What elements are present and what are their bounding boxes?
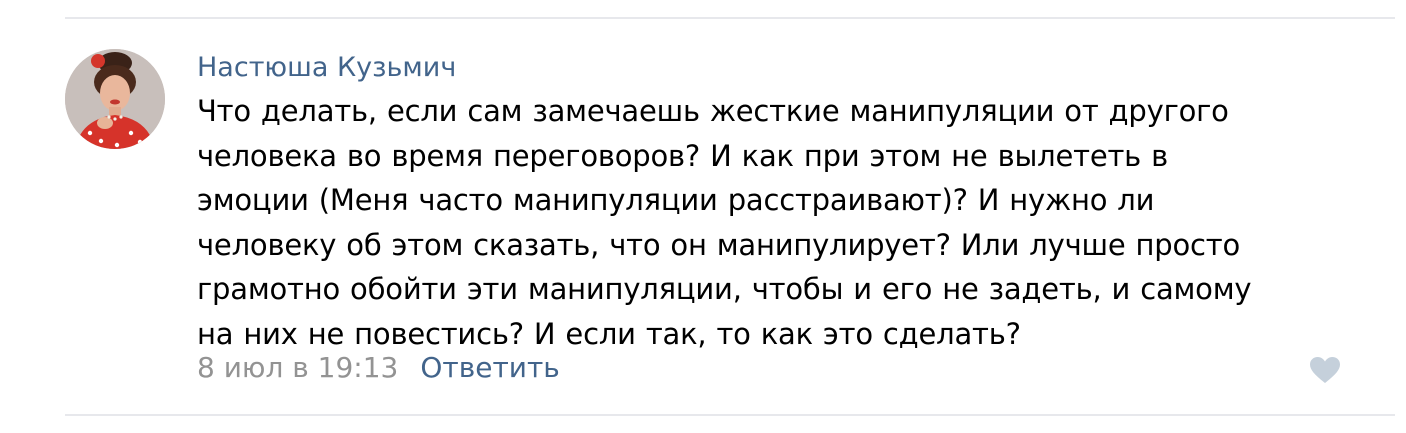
comment-meta: 8 июл в 19:13 Ответить (197, 345, 560, 389)
avatar[interactable] (65, 49, 165, 149)
top-divider (65, 17, 1395, 19)
comment-text-line: Что делать, если сам замечаешь жесткие м… (197, 94, 1229, 128)
reply-button[interactable]: Ответить (420, 351, 559, 384)
comment-text: Что делать, если сам замечаешь жесткие м… (197, 89, 1337, 356)
comment-text-line: человеку об этом сказать, что он манипул… (197, 227, 1241, 262)
like-button[interactable] (1309, 356, 1341, 384)
comment-date[interactable]: 8 июл в 19:13 (197, 351, 398, 384)
comment-author[interactable]: Настюша Кузьмич (197, 48, 456, 88)
heart-icon (1310, 357, 1340, 383)
comment-text-line: эмоции (Меня часто манипуляции расстраив… (197, 183, 1155, 217)
comment-text-line: человека во время переговоров? И как при… (197, 138, 1168, 173)
bottom-divider (65, 414, 1395, 416)
avatar-image (65, 49, 165, 149)
comment-text-line: грамотно обойти эти манипуляции, чтобы и… (197, 272, 1252, 306)
